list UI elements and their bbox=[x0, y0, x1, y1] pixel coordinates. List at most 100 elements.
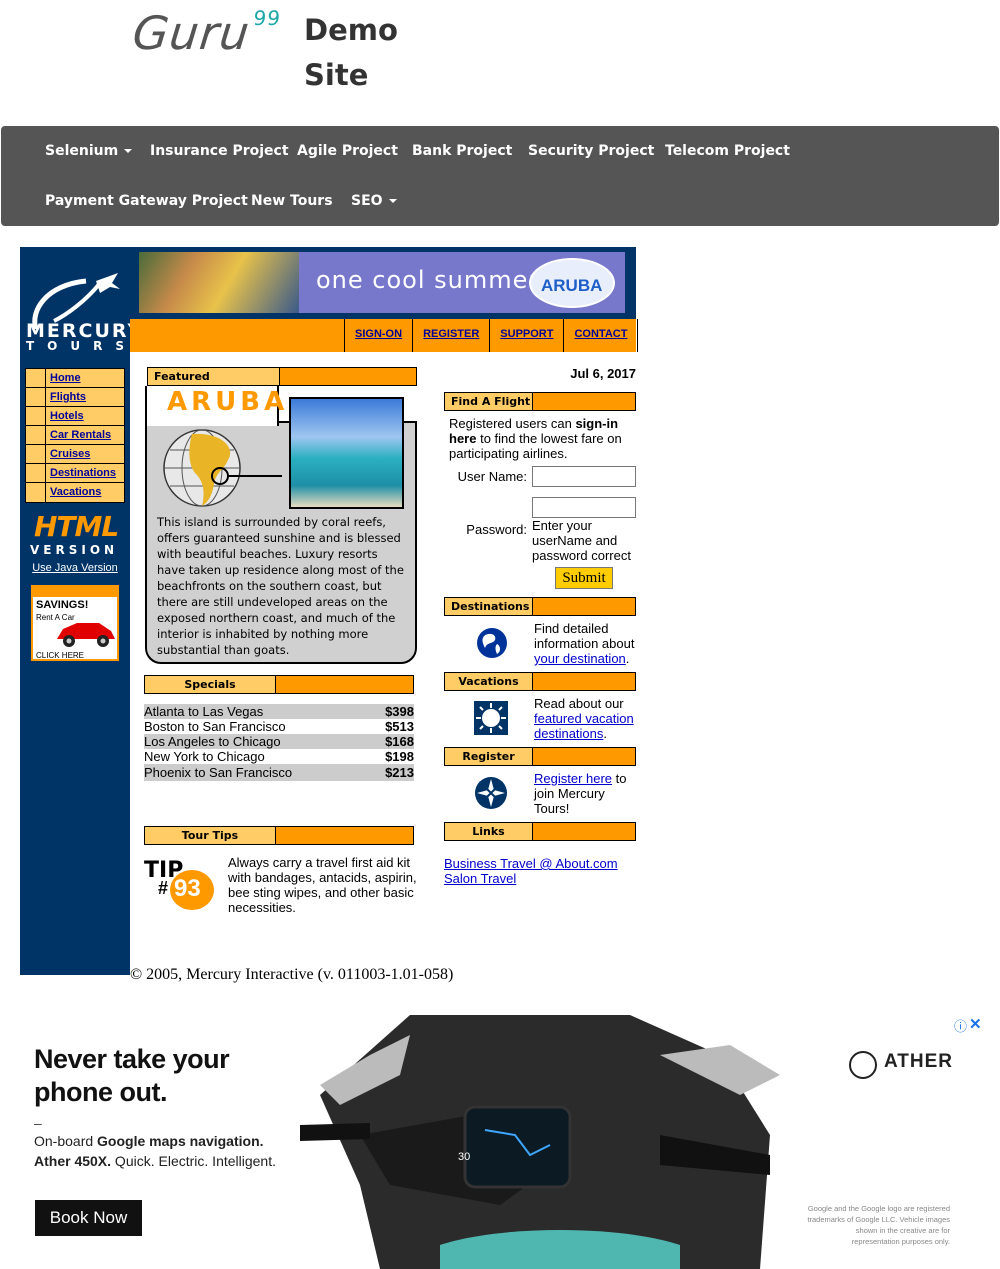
vacations-header: Vacations bbox=[444, 672, 636, 691]
ad-subtext: On-board Google maps navigation. Ather 4… bbox=[34, 1133, 276, 1169]
nav-security-project[interactable]: Security Project bbox=[528, 143, 654, 159]
html-word: HTML bbox=[34, 510, 119, 543]
password-help-text: Enter your userName and password correct bbox=[532, 518, 631, 563]
left-menu-item-flights: Flights bbox=[26, 388, 124, 407]
section-label: Featured Destination bbox=[148, 368, 280, 396]
tip-93-badge: TIP # 93 bbox=[144, 858, 216, 910]
nav-payment-gateway-project[interactable]: Payment Gateway Project bbox=[45, 193, 248, 209]
vacations-text: Read about our featured vacation destina… bbox=[534, 696, 634, 741]
copyright-text: © 2005, Mercury Interactive (v. 011003-1… bbox=[130, 966, 454, 983]
contact-link[interactable]: CONTACT bbox=[564, 319, 639, 352]
section-label: Specials bbox=[145, 676, 276, 693]
left-menu-item-car-rentals: Car Rentals bbox=[26, 426, 124, 445]
ather-logo-icon bbox=[849, 1051, 877, 1079]
register-compass-icon bbox=[475, 777, 507, 809]
nav-selenium[interactable]: Selenium bbox=[45, 143, 133, 159]
ad-headline: Never take your phone out. bbox=[34, 1044, 230, 1107]
left-menu-item-home: Home bbox=[26, 369, 124, 388]
username-label: User Name: bbox=[457, 469, 527, 484]
links-header: Links bbox=[444, 822, 636, 841]
info-icon[interactable]: ⓘ bbox=[954, 1016, 967, 1035]
ad-speed-readout: 30 bbox=[458, 1151, 470, 1163]
demo-title-line1: Demo bbox=[304, 13, 398, 47]
support-link[interactable]: SUPPORT bbox=[490, 319, 565, 352]
demo-site-title: Demo Site bbox=[304, 8, 444, 98]
table-row: Los Angeles to Chicago $168 bbox=[144, 734, 414, 749]
link-cruises[interactable]: Cruises bbox=[46, 445, 124, 463]
featured-destination-header: Featured Destination bbox=[147, 367, 417, 396]
close-icon[interactable]: ✕ bbox=[969, 1015, 982, 1033]
aruba-badge: ARUBA bbox=[529, 258, 615, 308]
sign-on-link[interactable]: SIGN-ON bbox=[345, 319, 414, 352]
section-label: Vacations bbox=[445, 673, 533, 690]
link-home[interactable]: Home bbox=[46, 369, 124, 387]
aruba-banner[interactable]: one cool summer ARUBA bbox=[139, 252, 625, 313]
business-travel-link[interactable]: Business Travel @ About.com bbox=[444, 856, 618, 871]
specials-header: Specials bbox=[144, 675, 414, 694]
savings-title: SAVINGS! bbox=[36, 599, 89, 611]
ad-top-bar bbox=[33, 587, 117, 597]
guru99-logo[interactable]: Guru99 bbox=[130, 6, 282, 60]
nav-new-tours[interactable]: New Tours bbox=[251, 193, 333, 209]
left-menu: Home Flights Hotels Car Rentals Cruises … bbox=[25, 368, 125, 503]
link-hotels[interactable]: Hotels bbox=[46, 407, 124, 425]
links-list: Business Travel @ About.com Salon Travel bbox=[444, 856, 618, 886]
top-links: SIGN-ON REGISTER SUPPORT CONTACT bbox=[344, 319, 639, 352]
find-a-flight-header: Find A Flight bbox=[444, 392, 636, 411]
ad-dash: – bbox=[34, 1115, 42, 1131]
nav-agile-project[interactable]: Agile Project bbox=[297, 143, 398, 159]
salon-travel-link[interactable]: Salon Travel bbox=[444, 871, 618, 886]
link-car-rentals[interactable]: Car Rentals bbox=[46, 426, 124, 444]
tour-tip-text: Always carry a travel first aid kit with… bbox=[228, 855, 417, 915]
savings-cta: CLICK HERE bbox=[36, 651, 85, 660]
nav-insurance-project[interactable]: Insurance Project bbox=[150, 143, 289, 159]
nav-seo[interactable]: SEO bbox=[351, 193, 397, 209]
tour-tips-header: Tour Tips bbox=[144, 826, 414, 845]
ather-brand: ATHER bbox=[884, 1051, 954, 1072]
book-now-button[interactable]: Book Now bbox=[35, 1200, 142, 1236]
link-flights[interactable]: Flights bbox=[46, 388, 124, 406]
left-menu-item-hotels: Hotels bbox=[26, 407, 124, 426]
featured-destination-name: ARUBA bbox=[167, 387, 289, 417]
use-java-version-link[interactable]: Use Java Version bbox=[20, 562, 130, 574]
nav-bank-project[interactable]: Bank Project bbox=[412, 143, 512, 159]
section-label: Destinations bbox=[445, 598, 533, 615]
table-row: Atlanta to Las Vegas $398 bbox=[144, 704, 414, 719]
link-vacations[interactable]: Vacations bbox=[46, 483, 124, 502]
version-word: VERSION bbox=[30, 543, 119, 557]
aruba-beach-photo bbox=[289, 397, 404, 509]
left-menu-item-destinations: Destinations bbox=[26, 464, 124, 483]
destinations-header: Destinations bbox=[444, 597, 636, 616]
site-header: Guru99 Demo Site bbox=[0, 0, 1000, 126]
sun-icon bbox=[474, 701, 508, 735]
password-input[interactable] bbox=[532, 497, 636, 518]
table-row: Phoenix to San Francisco $213 bbox=[144, 764, 414, 781]
tip-number: 93 bbox=[174, 875, 201, 902]
featured-vacation-link[interactable]: featured vacation destinations bbox=[534, 711, 634, 741]
password-label: Password: bbox=[466, 522, 527, 537]
logo-text: Guru bbox=[130, 6, 253, 60]
register-text: Register here to join Mercury Tours! bbox=[534, 771, 627, 816]
destinations-text: Find detailed information about your des… bbox=[534, 621, 635, 666]
left-menu-item-cruises: Cruises bbox=[26, 445, 124, 464]
link-destinations[interactable]: Destinations bbox=[46, 464, 124, 482]
savings-car-ad[interactable]: SAVINGS! Rent A Car CLICK HERE bbox=[31, 585, 119, 661]
current-date: Jul 6, 2017 bbox=[570, 366, 636, 381]
globe-icon bbox=[163, 429, 282, 507]
demo-title-line2: Site bbox=[304, 58, 369, 92]
scooter-image: 30 bbox=[300, 1015, 780, 1269]
chevron-down-icon bbox=[124, 149, 133, 153]
section-label: Links bbox=[445, 823, 533, 840]
section-label: Tour Tips bbox=[145, 827, 276, 844]
tours-brand-word: TOURS bbox=[26, 339, 138, 353]
register-here-link[interactable]: Register here bbox=[534, 771, 612, 786]
nav-telecom-project[interactable]: Telecom Project bbox=[665, 143, 790, 159]
username-input[interactable] bbox=[532, 466, 636, 487]
submit-button[interactable]: Submit bbox=[555, 567, 613, 589]
register-link[interactable]: REGISTER bbox=[413, 319, 491, 352]
ather-advertisement[interactable]: Never take your phone out. – On-board Go… bbox=[0, 1015, 1000, 1269]
section-label: Find A Flight bbox=[445, 393, 533, 410]
left-menu-item-vacations: Vacations bbox=[26, 483, 124, 502]
register-header: Register bbox=[444, 747, 636, 766]
your-destination-link[interactable]: your destination bbox=[534, 651, 626, 666]
